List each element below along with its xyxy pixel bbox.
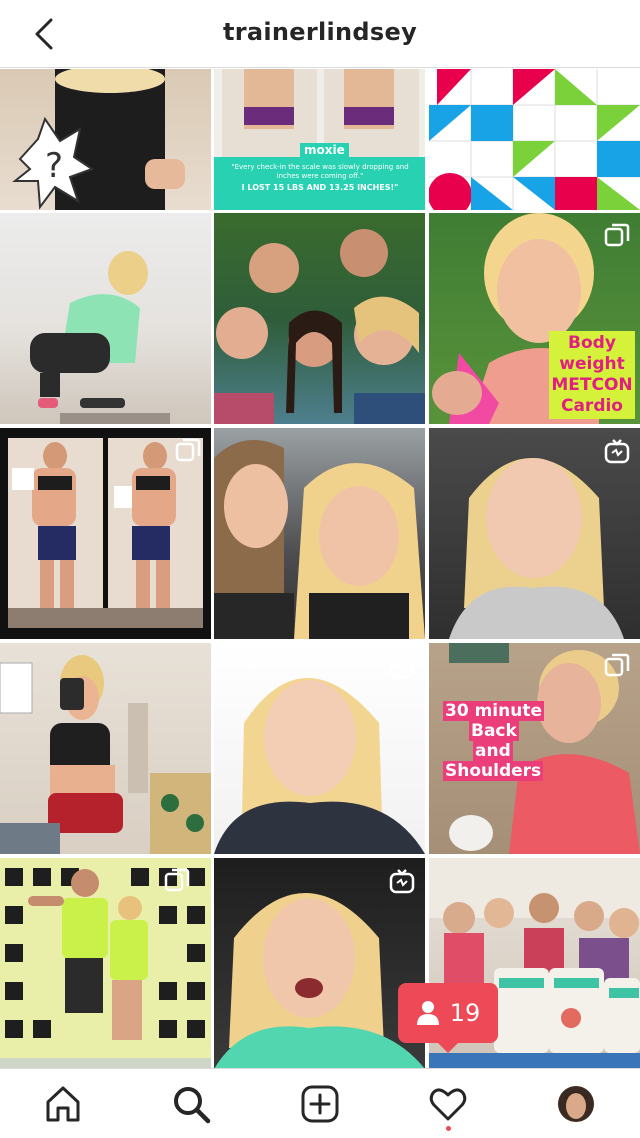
post-tile[interactable] [429, 428, 640, 639]
post-overlay-text: 30 minute Back and Shoulders [443, 701, 544, 781]
post-tile[interactable]: ? [0, 69, 211, 210]
avatar [558, 1086, 594, 1122]
post-tile[interactable] [214, 643, 425, 854]
search-icon [174, 1087, 211, 1124]
brand-logo: moxie [300, 143, 349, 157]
igtv-icon [604, 439, 630, 464]
multiple-posts-icon [604, 223, 630, 247]
top-bar: trainerlindsey [0, 0, 640, 68]
tab-search[interactable] [166, 1079, 216, 1129]
follower-count: 19 [449, 999, 481, 1027]
post-tile[interactable]: moxie "Every check-in the scale was slow… [214, 69, 425, 210]
activity-notification[interactable]: 19 [398, 983, 498, 1053]
post-image [214, 440, 425, 639]
post-tile[interactable] [214, 428, 425, 639]
post-tile[interactable] [429, 69, 640, 210]
post-tile[interactable] [0, 643, 211, 854]
svg-text:?: ? [45, 146, 63, 186]
tab-new-post[interactable] [295, 1079, 345, 1129]
bottom-tab-bar [0, 1068, 640, 1138]
add-square-icon [301, 1085, 339, 1123]
headline-text: I LOST 15 LBS AND 13.25 INCHES!" [241, 183, 399, 192]
post-tile[interactable]: Body weight METCON Cardio [429, 213, 640, 424]
profile-username[interactable]: trainerlindsey [0, 18, 640, 46]
igtv-icon [389, 654, 415, 679]
home-icon [46, 1086, 80, 1122]
post-tile[interactable]: 30 minute Back and Shoulders [429, 643, 640, 854]
post-image [429, 69, 640, 210]
activity-dot [446, 1126, 451, 1131]
multiple-posts-icon [175, 438, 201, 462]
post-overlay-text: Body weight METCON Cardio [549, 331, 635, 419]
post-tile[interactable] [0, 428, 211, 639]
multiple-posts-icon [164, 868, 190, 892]
multiple-posts-icon [604, 653, 630, 677]
posts-grid: ? moxie "Every check-in the scale was sl… [0, 69, 640, 1069]
igtv-icon [389, 869, 415, 894]
post-image [30, 251, 170, 424]
post-image [0, 655, 211, 854]
post-tile[interactable] [0, 858, 211, 1069]
post-tile[interactable] [214, 213, 425, 424]
tab-profile[interactable] [551, 1079, 601, 1129]
quote-text: "Every check-in the scale was slowly dro… [231, 163, 409, 180]
post-image: ? [12, 69, 185, 210]
post-tile[interactable] [0, 213, 211, 424]
tab-activity[interactable] [423, 1079, 473, 1129]
person-icon [416, 1001, 439, 1025]
post-image [214, 229, 425, 424]
heart-icon [429, 1088, 467, 1121]
tab-home[interactable] [38, 1079, 88, 1129]
post-tile[interactable] [214, 858, 425, 1069]
